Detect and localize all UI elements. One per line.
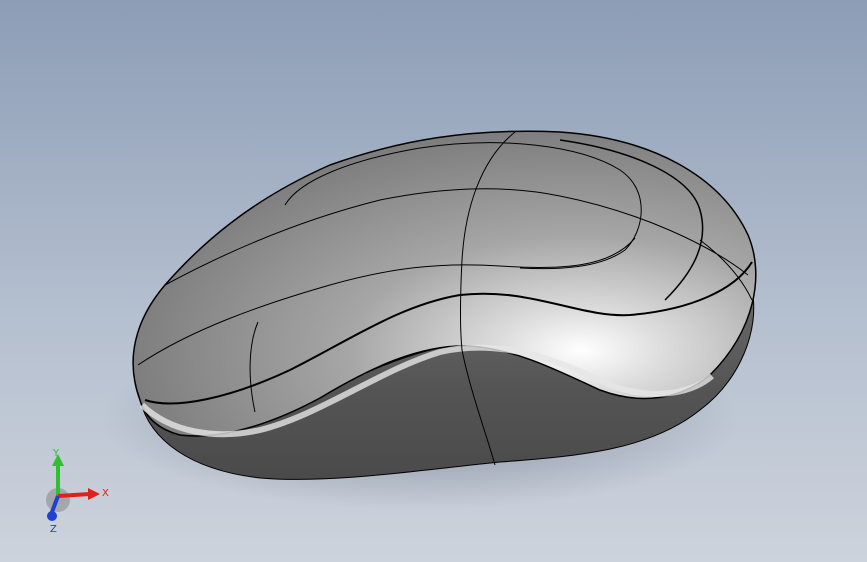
z-axis-head [47,511,57,521]
coordinate-triad[interactable]: Y X Z [38,448,118,538]
y-axis-label: Y [52,448,60,459]
x-axis-label: X [102,488,109,499]
mouse-model[interactable] [0,0,867,562]
z-axis-label: Z [50,524,57,535]
x-axis-arrow [57,492,91,498]
x-axis-arrowhead [88,488,100,500]
graphics-viewport[interactable]: Y X Z [0,0,867,562]
